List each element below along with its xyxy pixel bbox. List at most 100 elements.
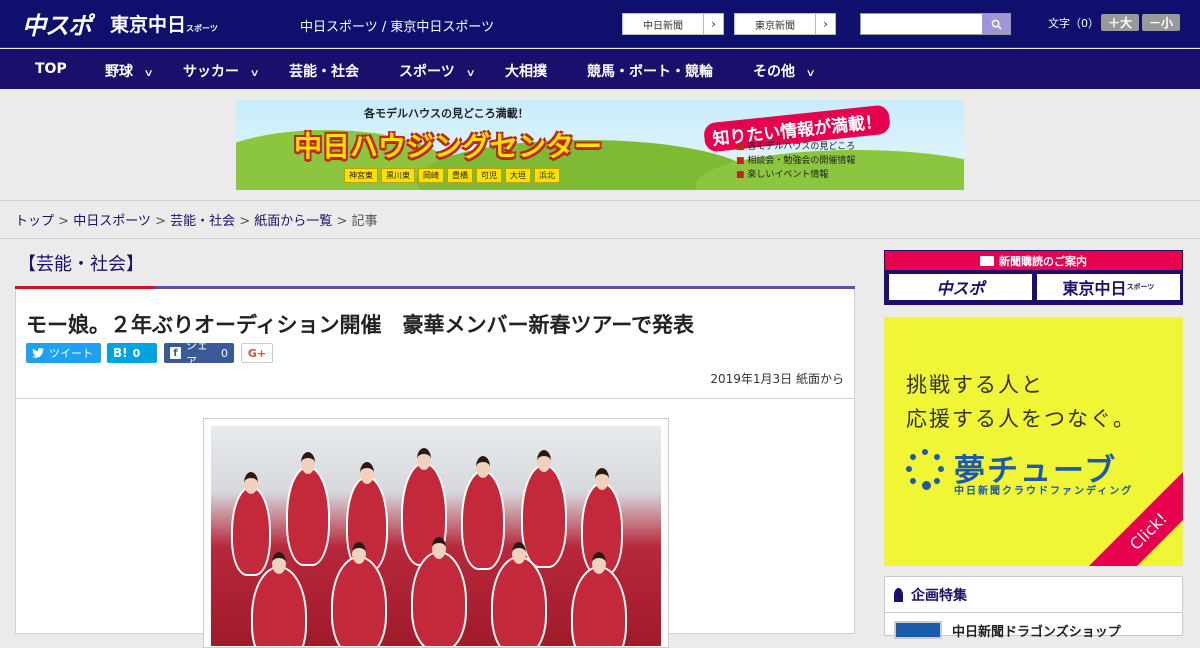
subscription-box[interactable]: 新聞購読のご案内 中スポ 東京中日 スポーツ: [884, 250, 1183, 305]
nav-item-entertainment[interactable]: 芸能・社会: [289, 61, 359, 81]
special-features-box: 企画特集 中日新聞ドラゴンズショップ: [884, 576, 1183, 640]
performer-figure: [521, 450, 567, 568]
nav-label: 大相撲: [505, 64, 547, 80]
special-feature-item[interactable]: 中日新聞ドラゴンズショップ: [894, 621, 1121, 640]
performer-figure: [331, 542, 387, 646]
yume-subtitle: 中日新聞クラウドファンディング: [954, 486, 1134, 497]
nav-item-sports[interactable]: スポーツ ∨: [399, 61, 476, 81]
concert-photo: [211, 426, 661, 646]
banner-town: 岡崎: [418, 168, 444, 183]
tokyo-logo-small: スポーツ: [186, 24, 218, 33]
divider: [16, 398, 854, 399]
nav-label: TOP: [35, 61, 67, 77]
chunichi-shimbun-link[interactable]: 中日新聞 ›: [622, 13, 724, 35]
breadcrumb-separator: >: [54, 214, 74, 229]
nav-item-baseball[interactable]: 野球 ∨: [105, 61, 154, 81]
chuspo-logo[interactable]: 中スポ: [22, 6, 92, 41]
tokyo-chunichi-logo[interactable]: 東京中日スポーツ: [110, 10, 218, 37]
tokyo-shimbun-link[interactable]: 東京新聞 ›: [734, 13, 836, 35]
yume-line2: 応援する人をつなぐ。: [906, 407, 1136, 431]
tweet-label: ツイート: [49, 347, 93, 360]
tokyo-logo-main: 東京中日: [110, 14, 187, 36]
banner-town: 浜北: [534, 168, 560, 183]
search-icon: [991, 19, 1002, 30]
search-input[interactable]: [861, 16, 981, 36]
breadcrumb-link-top[interactable]: トップ: [15, 214, 54, 229]
article-card: モー娘。２年ぶりオーディション開催 豪華メンバー新春ツアーで発表 ツイート B!…: [15, 289, 855, 648]
performer-figure: [231, 472, 271, 576]
subscribe-tokyo-main: 東京中日: [1062, 279, 1127, 298]
breadcrumb-link-chunichi-sports[interactable]: 中日スポーツ: [73, 214, 151, 229]
article-headline: モー娘。２年ぶりオーディション開催 豪華メンバー新春ツアーで発表: [26, 313, 695, 337]
facebook-label: シェア: [185, 339, 208, 368]
performer-figure: [286, 452, 330, 566]
article-photo[interactable]: [203, 418, 669, 648]
subscription-header: 新聞購読のご案内: [885, 251, 1182, 270]
site-label: 中日スポーツ / 東京中日スポーツ: [300, 20, 495, 35]
yume-tube-ad[interactable]: 挑戦する人と 応援する人をつなぐ。 夢チューブ 中日新聞クラウドファンディング …: [884, 317, 1183, 566]
banner-list-item: 楽しいイベント情報: [736, 168, 855, 182]
banner-list-item: 相談会・勉強会の開催情報: [736, 154, 855, 168]
chevron-down-icon: ∨: [143, 68, 154, 79]
divider: [0, 238, 1200, 239]
banner-top-text: 各モデルハウスの見どころ満載！: [364, 107, 529, 120]
nav-item-racing[interactable]: 競馬・ボート・競輪: [587, 61, 713, 81]
nav-label: 競馬・ボート・競輪: [587, 64, 713, 80]
font-larger-button[interactable]: ＋大: [1101, 14, 1139, 31]
nav-item-soccer[interactable]: サッカー ∨: [183, 61, 260, 81]
performer-figure: [251, 552, 307, 646]
nav-label: その他: [753, 64, 795, 80]
nav-item-sumo[interactable]: 大相撲: [505, 61, 547, 81]
performer-figure: [491, 542, 547, 646]
breadcrumb-link-entertainment[interactable]: 芸能・社会: [170, 214, 235, 229]
dragons-shop-thumbnail: [894, 621, 942, 639]
nav-item-other[interactable]: その他 ∨: [753, 61, 816, 81]
banner-town: 可児: [476, 168, 502, 183]
site-header: 中スポ 東京中日スポーツ 中日スポーツ / 東京中日スポーツ 中日新聞 › 東京…: [0, 0, 1200, 48]
article-date: 2019年1月3日 紙面から: [710, 372, 844, 386]
special-features-header: 企画特集: [885, 577, 1182, 613]
font-smaller-button[interactable]: －小: [1142, 14, 1180, 31]
subscribe-tokyo-button[interactable]: 東京中日 スポーツ: [1036, 273, 1181, 301]
special-features-title: 企画特集: [911, 587, 967, 604]
gplus-icon: G+: [247, 346, 267, 360]
housing-center-ad[interactable]: 各モデルハウスの見どころ満載！ 中日ハウジングセンター 知りたい情報が満載！ 各…: [236, 100, 964, 190]
banner-list: 各モデルハウスの見どころ 相談会・勉強会の開催情報 楽しいイベント情報: [736, 140, 855, 182]
tweet-button[interactable]: ツイート: [26, 343, 101, 363]
google-plus-button[interactable]: G+: [241, 343, 273, 363]
subscribe-tokyo-small: スポーツ: [1126, 283, 1155, 291]
search-button[interactable]: [982, 14, 1010, 34]
hatena-bookmark-button[interactable]: B! 0: [107, 343, 157, 363]
breadcrumb-separator: >: [235, 214, 255, 229]
search-box: [860, 13, 1011, 36]
chevron-down-icon: ∨: [249, 68, 260, 79]
f-icon: f: [170, 347, 181, 359]
nav-item-top[interactable]: TOP: [35, 61, 67, 77]
banner-town: 黒川東: [381, 168, 415, 183]
breadcrumb: トップ > 中日スポーツ > 芸能・社会 > 紙面から一覧 > 記事: [15, 210, 378, 229]
chevron-down-icon: ∨: [805, 68, 816, 79]
breadcrumb-link-paper-list[interactable]: 紙面から一覧: [254, 214, 332, 229]
facebook-count: 0: [221, 346, 228, 360]
nav-label: サッカー: [183, 64, 239, 80]
dots-logo-icon: [906, 449, 944, 490]
bird-icon: [32, 348, 44, 358]
banner-town: 豊橋: [447, 168, 473, 183]
banner-town: 神宮東: [344, 168, 378, 183]
newspaper-icon: [980, 255, 994, 266]
nav-label: 野球: [105, 64, 133, 80]
ribbon-icon: [894, 587, 903, 602]
tokyo-link-label: 東京新聞: [755, 20, 795, 32]
breadcrumb-separator: >: [150, 214, 171, 229]
facebook-share-button[interactable]: f シェア 0: [164, 339, 234, 368]
breadcrumb-current: 記事: [351, 214, 378, 229]
hatena-count: 0: [132, 346, 141, 360]
hatena-icon: B!: [113, 346, 128, 360]
main-nav: TOP 野球 ∨ サッカー ∨ 芸能・社会 スポーツ ∨ 大相撲 競馬・ボート・競輪 …: [0, 49, 1200, 89]
subscription-header-label: 新聞購読のご案内: [999, 254, 1087, 268]
yume-line1: 挑戦する人と: [906, 373, 1044, 397]
chevron-right-icon: ›: [815, 14, 835, 34]
nav-label: スポーツ: [399, 64, 455, 80]
subscribe-chuspo-button[interactable]: 中スポ: [888, 273, 1033, 301]
nav-label: 芸能・社会: [289, 64, 359, 80]
